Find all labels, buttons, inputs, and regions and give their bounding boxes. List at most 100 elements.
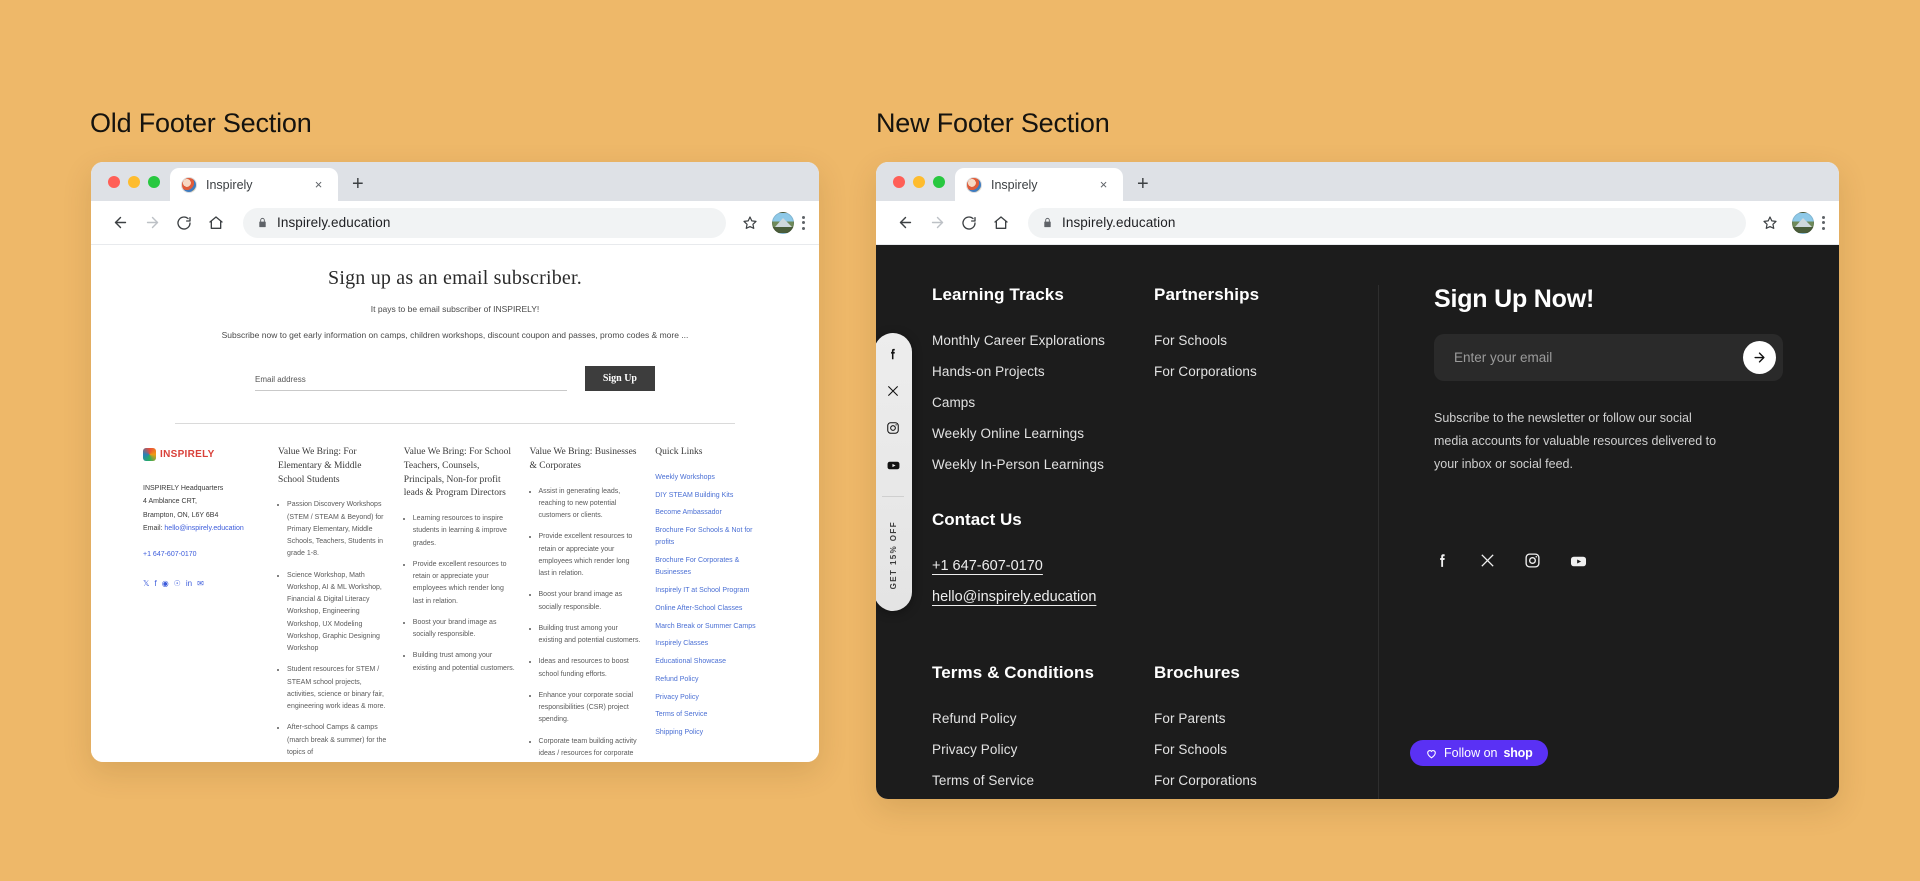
link-hands-on-projects[interactable]: Hands-on Projects [932, 364, 1045, 379]
new-footer-signup-area: Sign Up Now! Subscribe to the newsletter… [1378, 285, 1783, 799]
floating-social-widget[interactable]: GET 15% OFF [876, 333, 912, 612]
quick-link[interactable]: Terms of Service [655, 709, 767, 721]
old-signup-form: Email address Sign Up [255, 366, 655, 391]
avatar[interactable] [1792, 211, 1814, 234]
browser-tab-inspirely[interactable]: Inspirely × [955, 168, 1123, 201]
quick-link[interactable]: Shipping Policy [655, 727, 767, 739]
reload-icon[interactable] [169, 208, 199, 238]
link-camps[interactable]: Camps [932, 395, 975, 410]
close-window-button[interactable] [893, 175, 905, 188]
new-footer-section-title: New Footer Section [876, 108, 1110, 138]
email-icon[interactable]: ✉ [197, 577, 204, 591]
promo-badge[interactable]: GET 15% OFF [889, 515, 898, 599]
facebook-icon[interactable] [886, 347, 900, 366]
list-item: After-school Camps & camps (march break … [287, 722, 390, 759]
quick-link[interactable]: Privacy Policy [655, 692, 767, 704]
quick-link[interactable]: Refund Policy [655, 674, 767, 686]
link-weekly-in-person-learnings[interactable]: Weekly In-Person Learnings [932, 457, 1104, 472]
column-terms-conditions: Terms & Conditions Refund Policy Privacy… [932, 663, 1154, 799]
forward-icon[interactable] [137, 208, 167, 238]
x-icon[interactable] [1479, 552, 1496, 576]
reload-icon[interactable] [954, 208, 984, 238]
close-window-button[interactable] [108, 175, 120, 188]
quick-link[interactable]: Brochure For Schools & Not for profits [655, 525, 767, 550]
signup-form [1434, 334, 1783, 381]
linkedin-icon[interactable]: in [186, 577, 192, 591]
link-for-corporations[interactable]: For Corporations [1154, 364, 1257, 379]
address-bar-old[interactable]: Inspirely.education [243, 207, 726, 238]
facebook-icon[interactable]: f [154, 577, 156, 591]
old-footer-columns: INSPIRELY INSPIRELY Headquarters 4 Ambla… [91, 424, 819, 762]
close-icon[interactable]: × [1096, 178, 1111, 191]
favicon-icon [966, 176, 982, 193]
home-icon[interactable] [201, 208, 231, 238]
bookmark-star-icon[interactable] [736, 209, 764, 237]
arrow-right-icon[interactable] [1743, 341, 1776, 374]
old-email-input[interactable]: Email address [255, 375, 567, 391]
column-title: Learning Tracks [932, 285, 1064, 304]
follow-on-shop-button[interactable]: Follow on shop [1410, 740, 1548, 766]
minimize-window-button[interactable] [128, 175, 140, 188]
instagram-icon[interactable] [1524, 552, 1541, 576]
contact-email-link[interactable]: hello@inspirely.education [932, 589, 1096, 605]
address-bar-new[interactable]: Inspirely.education [1028, 207, 1746, 238]
browser-tab-inspirely[interactable]: Inspirely × [170, 168, 338, 201]
forward-icon[interactable] [922, 208, 952, 238]
old-quick-links-column: Quick Links Weekly Workshops DIY STEAM B… [655, 446, 767, 762]
link-monthly-career-explorations[interactable]: Monthly Career Explorations [932, 333, 1105, 348]
link-for-parents[interactable]: For Parents [1154, 711, 1226, 726]
quick-link[interactable]: Educational Showcase [655, 656, 767, 668]
browser-tabstrip-new: Inspirely × + [876, 162, 1839, 201]
quick-link[interactable]: Online After-School Classes [655, 603, 767, 615]
new-tab-button[interactable]: + [352, 174, 364, 194]
x-icon[interactable] [886, 384, 900, 403]
quick-link[interactable]: Inspirely Classes [655, 638, 767, 650]
facebook-icon[interactable] [1434, 552, 1451, 576]
home-icon[interactable] [986, 208, 1016, 238]
link-refund-policy[interactable]: Refund Policy [932, 711, 1017, 726]
column-title: Brochures [1154, 663, 1240, 682]
maximize-window-button[interactable] [933, 175, 945, 188]
link-privacy-policy[interactable]: Privacy Policy [932, 742, 1017, 757]
instagram-icon[interactable]: ◉ [162, 577, 169, 591]
link-for-corporations[interactable]: For Corporations [1154, 773, 1257, 788]
back-icon[interactable] [890, 208, 920, 238]
quick-link[interactable]: Inspirely IT at School Program [655, 585, 767, 597]
bookmark-star-icon[interactable] [1756, 209, 1784, 237]
list-item: For Corporations [1154, 772, 1354, 790]
pinterest-icon[interactable]: ☉ [174, 577, 181, 591]
avatar[interactable] [772, 211, 794, 234]
link-for-schools[interactable]: For Schools [1154, 742, 1227, 757]
list-item: Hands-on Projects [932, 363, 1154, 381]
browser-menu-icon[interactable] [802, 215, 805, 230]
old-signup-button[interactable]: Sign Up [584, 366, 655, 391]
column-title: Partnerships [1154, 285, 1260, 304]
list-item: Learning resources to inspire students i… [413, 513, 516, 550]
old-phone-link[interactable]: +1 647-607-0170 [143, 549, 264, 561]
minimize-window-button[interactable] [913, 175, 925, 188]
quick-link[interactable]: March Break or Summer Camps [655, 621, 767, 633]
new-tab-button[interactable]: + [1137, 174, 1149, 194]
quick-link[interactable]: Become Ambassador [655, 507, 767, 519]
contact-phone-link[interactable]: +1 647-607-0170 [932, 558, 1043, 574]
email-value[interactable]: hello@inspirely.education [164, 525, 243, 532]
close-icon[interactable]: × [311, 178, 326, 191]
social-links-row [1434, 552, 1783, 576]
back-icon[interactable] [105, 208, 135, 238]
quick-link[interactable]: DIY STEAM Building Kits [655, 490, 767, 502]
link-terms-of-service[interactable]: Terms of Service [932, 773, 1034, 788]
quick-link[interactable]: Weekly Workshops [655, 472, 767, 484]
browser-menu-icon[interactable] [1822, 215, 1825, 230]
link-for-schools[interactable]: For Schools [1154, 333, 1227, 348]
maximize-window-button[interactable] [148, 175, 160, 188]
link-weekly-online-learnings[interactable]: Weekly Online Learnings [932, 426, 1084, 441]
list-item: For Schools [1154, 741, 1354, 759]
quick-link[interactable]: Brochure For Corporates & Businesses [655, 555, 767, 580]
column-title: Quick Links [655, 447, 703, 457]
list-item: Passion Discovery Workshops (STEM / STEA… [287, 499, 390, 560]
youtube-icon[interactable] [886, 458, 901, 478]
email-input[interactable] [1454, 350, 1733, 365]
instagram-icon[interactable] [886, 421, 900, 440]
youtube-icon[interactable] [1569, 552, 1588, 576]
twitter-icon[interactable]: 𝕏 [143, 577, 149, 591]
